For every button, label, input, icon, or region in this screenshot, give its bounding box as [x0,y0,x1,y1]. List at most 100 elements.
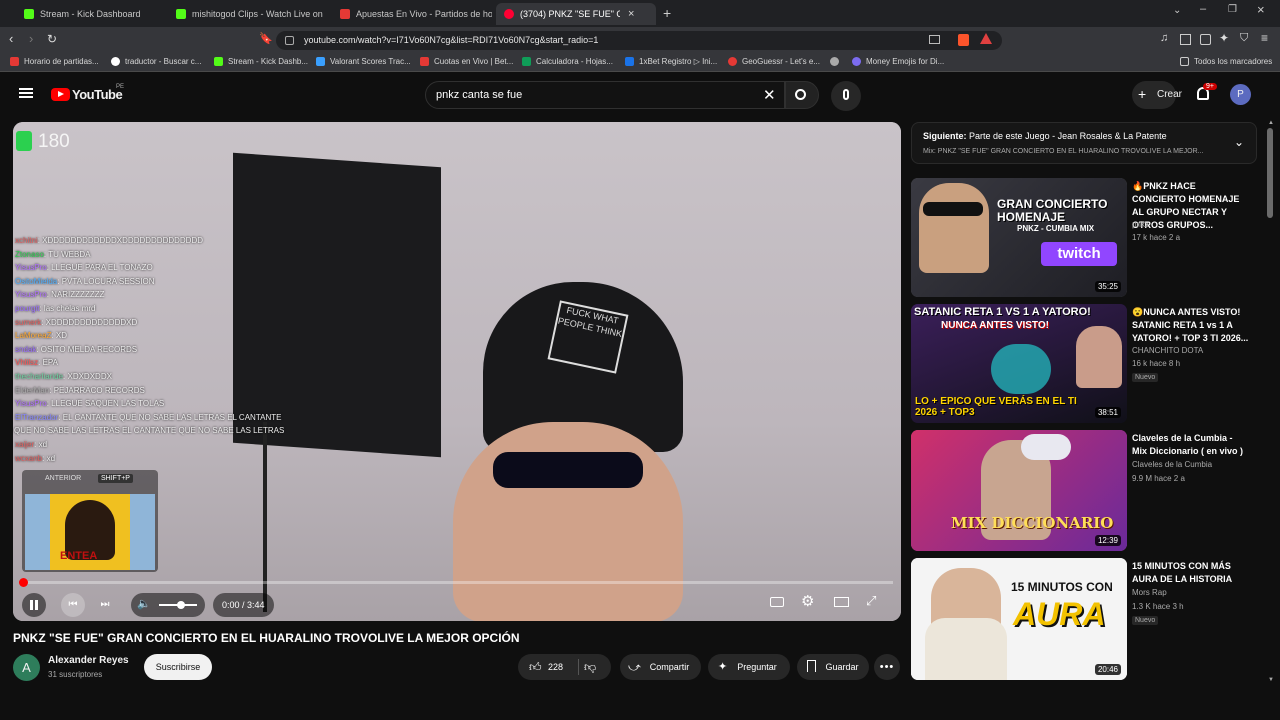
maximize-icon[interactable]: ❐ [1228,4,1237,15]
close-window-icon[interactable]: × [1257,2,1265,17]
bookmark-item[interactable]: Calculadora - Hojas... [522,57,613,66]
video-player[interactable]: FUCK WHAT PEOPLE THINK 180 xchitni: XDDD… [13,122,901,621]
clear-search-icon[interactable]: ✕ [763,86,776,104]
scrollbar-thumb[interactable] [1267,128,1273,218]
close-tab-icon[interactable]: × [628,8,634,20]
related-video[interactable]: GRAN CONCIERTO HOMENAJE PNKZ - CUMBIA MI… [911,178,1257,298]
sidebar-icon[interactable] [1180,34,1191,45]
chat-username: ElderMan [15,385,50,395]
time-display: 0:00 / 3:44 [213,593,274,617]
url-bar[interactable]: youtube.com/watch?v=I71Vo60N7cg&list=RDI… [276,31,1002,50]
chat-text: : NARIZZZZZZZ [46,290,105,300]
share-icon: ⤻ [628,660,641,674]
related-video[interactable]: MIX DICCIONARIO 12:39 Claveles de la Cum… [911,430,1257,552]
pause-button[interactable] [22,593,46,617]
like-button[interactable]: 228 [518,654,575,680]
related-video[interactable]: SATANIC RETA 1 VS 1 A YATORO! NUNCA ANTE… [911,304,1257,424]
tab-search-icon[interactable]: ⌄ [1173,5,1181,16]
related-meta: 9.9 M hace 2 a [1132,474,1185,483]
vpn-icon[interactable]: ⛉ [1240,32,1248,45]
bookmark-item[interactable]: Valorant Scores Trac... [316,57,411,66]
volume-knob[interactable] [177,601,185,609]
chat-message: wcxanb: xd [15,454,55,463]
minimize-icon[interactable]: – [1200,3,1206,15]
media-icon[interactable]: ♫ [1160,32,1168,44]
cast-icon[interactable] [929,35,940,44]
chat-message: xchitni: XDDDDDDDDDDDDXDDDDDDDDDDDDDD [15,236,203,245]
reload-icon[interactable]: ↻ [47,32,57,46]
chat-username: LaMoreaZ [15,331,52,341]
kick-viewer-count: 180 [16,129,96,155]
next-button[interactable]: ⏭ [93,593,117,617]
channel-name[interactable]: Alexander Reyes [48,655,129,666]
voice-search-button[interactable] [831,81,861,111]
bookmark-item[interactable]: Money Emojis for Di... [852,57,944,66]
notification-count-badge: 9+ [1203,83,1217,90]
bookmark-item[interactable] [830,57,844,66]
subscribe-button[interactable]: Suscribirse [144,654,212,680]
extensions-icon[interactable]: ✦ [1219,31,1229,45]
bookmark-item[interactable]: Cuotas en Vivo | Bet... [420,57,513,66]
search-button[interactable] [785,81,819,109]
back-icon[interactable]: ‹ [9,31,13,46]
fullscreen-icon[interactable]: ⤢ [866,593,876,609]
chevron-down-icon[interactable]: ⌄ [1234,135,1244,149]
chat-text: : las chelas mrd [39,304,96,313]
related-video[interactable]: 15 MINUTOS CON AURA 20:46 15 MINUTOS CON… [911,558,1257,680]
forward-icon[interactable]: › [29,31,33,46]
divider [578,659,579,675]
chat-username: xchitni [15,236,38,245]
subscriber-count: 31 suscriptores [48,670,103,679]
volume-control[interactable]: 🔈 [131,593,205,617]
settings-gear-icon[interactable]: ⚙ [801,592,814,610]
all-bookmarks-folder[interactable]: Todos los marcadores [1180,57,1272,66]
progress-scrubber[interactable] [19,578,28,587]
mix-title: Mix: PNKZ "SE FUE" GRAN CONCIERTO EN EL … [923,148,1204,155]
youtube-logo-text[interactable]: YouTube [72,87,123,102]
progress-bar[interactable] [23,581,893,584]
related-video-title: 😮NUNCA ANTES VISTO! SATANIC RETA 1 vs 1 … [1132,307,1249,343]
browser-tab[interactable]: Stream - Kick Dashboard [16,3,166,25]
youtube-logo-icon[interactable] [51,88,70,101]
new-tab-button[interactable]: + [663,5,671,21]
address-toolbar: ‹ › ↻ 🔖 youtube.com/watch?v=I71Vo60N7cg&… [0,27,1280,53]
bookmark-item[interactable]: 1xBet Registro ▷ Ini... [625,57,717,66]
chat-message: OsitoMielda: PVTA LOCURA SESSION [15,277,154,286]
channel-avatar[interactable]: A [13,654,40,681]
browser-tab-active[interactable]: (3704) PNKZ "SE FUE" GRAN× [496,3,656,25]
dislike-button[interactable]: 👎︎ [584,654,596,680]
account-avatar[interactable]: P [1230,84,1251,105]
previous-video-preview[interactable]: ANTERIOR SHIFT+P ENTEA [22,470,158,572]
wallet-icon[interactable] [1200,34,1211,45]
player-controls: ⏮ ⏭ 🔈 0:00 / 3:44 ⚙ ⤢ [13,578,901,621]
previous-button[interactable]: ⏮ [61,593,85,617]
site-info-icon[interactable] [285,36,294,45]
more-actions-button[interactable]: ••• [874,654,900,680]
hamburger-menu-icon[interactable] [19,88,33,98]
chat-text: : xd [34,440,48,449]
chat-text: : EL CANTANTE QUE NO SABE LAS LETRAS EL … [58,412,282,422]
bookmark-item[interactable]: Stream - Kick Dashb... [214,57,308,66]
browser-tab[interactable]: mishitogod Clips - Watch Live on [168,3,328,25]
playlist-next-panel[interactable]: Siguiente: Parte de este Juego - Jean Ro… [911,122,1257,164]
bookmark-item[interactable]: Horario de partidas... [10,57,99,66]
chat-username: sumerk [15,317,42,327]
bookmark-item[interactable]: traductor - Buscar c... [111,57,201,66]
scroll-up-arrow[interactable]: ▲ [1268,120,1274,126]
chat-username: wcxanb [15,453,43,463]
related-video-title: 🔥PNKZ HACE CONCIERTO HOMENAJE AL GRUPO N… [1132,181,1240,230]
kick-icon [176,9,186,19]
kick-icon [24,9,34,19]
bookmark-icon[interactable]: 🔖 [259,32,273,45]
menu-icon[interactable]: ≡ [1261,31,1268,45]
theater-mode-icon[interactable] [834,597,849,607]
bookmark-item[interactable]: GeoGuessr - Let's e... [728,57,820,66]
chat-message: ElTranzador: EL CANTANTE QUE NO SABE LAS… [15,413,281,422]
chat-message: YisusPro: LLEGUE PARA EL TONAZO [15,263,153,272]
scroll-down-arrow[interactable]: ▼ [1268,677,1274,683]
brave-shield-icon[interactable] [958,34,969,46]
search-input[interactable]: pnkz canta se fue [425,81,785,109]
browser-tab[interactable]: Apuestas En Vivo - Partidos de hoy, E [332,3,492,25]
subtitles-icon[interactable] [770,597,784,607]
brave-rewards-icon[interactable] [980,33,992,44]
